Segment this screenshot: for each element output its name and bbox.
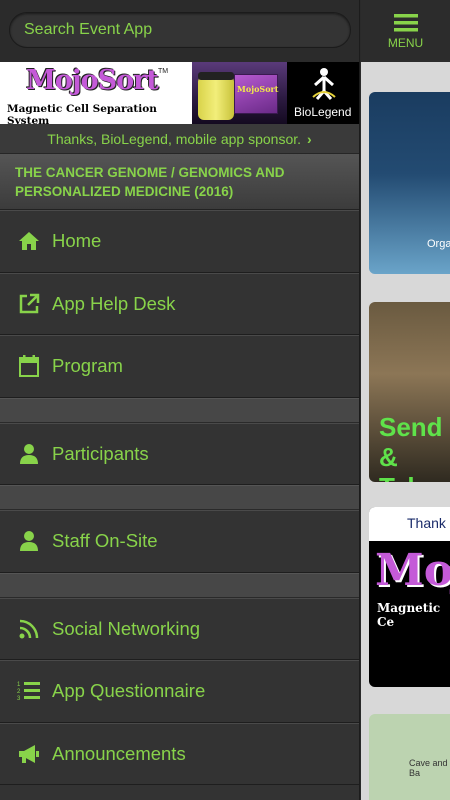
nav-item-participants[interactable]: Participants xyxy=(0,422,359,485)
external-link-icon xyxy=(16,291,42,317)
calendar-icon xyxy=(16,353,42,379)
svg-text:1: 1 xyxy=(17,682,21,688)
trademark-mark: TM xyxy=(158,68,169,75)
person-icon xyxy=(16,528,42,554)
card-caption: Send I & Take xyxy=(379,412,450,482)
card-subtitle: Magnetic Ce xyxy=(377,601,441,629)
event-title: THE CANCER GENOME / GENOMICS AND PERSONA… xyxy=(0,154,359,210)
mojosort-logo: MojoSort TM Magnetic Cell Separation Sys… xyxy=(0,62,192,124)
biolegend-logo: BioLegend xyxy=(287,62,359,124)
nav-separator xyxy=(0,572,359,598)
nav-menu: Home App Help Desk Program Participants xyxy=(0,210,359,785)
nav-item-label: Participants xyxy=(52,442,149,464)
app-frame: MojoSort TM Magnetic Cell Separation Sys… xyxy=(0,0,450,800)
nav-item-label: Announcements xyxy=(52,742,186,764)
nav-item-label: Program xyxy=(52,355,123,377)
content-card[interactable]: Send I & Take xyxy=(369,302,450,482)
reagent-jar-lid xyxy=(198,72,234,80)
svg-text:3: 3 xyxy=(17,696,21,702)
nav-item-home[interactable]: Home xyxy=(0,210,359,273)
biolegend-brand-text: BioLegend xyxy=(294,105,352,119)
nav-item-label: Home xyxy=(52,230,102,252)
card-caption: Orga xyxy=(427,238,450,250)
nav-item-app-help-desk[interactable]: App Help Desk xyxy=(0,272,359,335)
nav-item-label: Staff On-Site xyxy=(52,530,158,552)
nav-item-label: App Questionnaire xyxy=(52,680,206,702)
product-image: MojoSort xyxy=(192,62,287,124)
sponsor-thanks-text: Thanks, BioLegend, mobile app sponsor. xyxy=(47,130,302,147)
content-card[interactable]: Orga xyxy=(369,92,450,274)
card-header: Thank xyxy=(369,507,450,541)
map-card[interactable]: Cave and Ba xyxy=(369,714,450,800)
nav-item-announcements[interactable]: Announcements xyxy=(0,722,359,785)
nav-item-staff-on-site[interactable]: Staff On-Site xyxy=(0,510,359,573)
main-content: Orga Send I & Take Thank Mojo Magnetic C… xyxy=(361,62,450,800)
nav-separator xyxy=(0,397,359,423)
hamburger-icon xyxy=(393,13,418,31)
menu-button[interactable]: MENU xyxy=(361,0,450,62)
megaphone-icon xyxy=(16,741,42,767)
svg-text:2: 2 xyxy=(17,689,21,695)
menu-label: MENU xyxy=(387,35,424,50)
sponsor-thanks-link[interactable]: Thanks, BioLegend, mobile app sponsor. › xyxy=(0,124,359,154)
person-icon xyxy=(16,441,42,467)
reagent-jar xyxy=(198,76,234,120)
nav-item-label: App Help Desk xyxy=(52,292,176,314)
mojosort-subtitle: Magnetic Cell Separation System xyxy=(7,103,157,124)
sidebar: MojoSort TM Magnetic Cell Separation Sys… xyxy=(0,0,360,800)
biolegend-figure-icon xyxy=(312,68,336,100)
nav-item-label: Social Networking xyxy=(52,617,201,639)
nav-item-app-questionnaire[interactable]: 123 App Questionnaire xyxy=(0,660,359,723)
sponsor-banner[interactable]: MojoSort TM Magnetic Cell Separation Sys… xyxy=(0,62,359,124)
search-input[interactable] xyxy=(9,12,351,48)
nav-item-program[interactable]: Program xyxy=(0,335,359,398)
card-caption: Cave and Ba xyxy=(409,758,448,778)
card-logo-text: Mojo xyxy=(375,545,450,596)
home-icon xyxy=(16,228,42,254)
search-bar xyxy=(0,0,359,62)
numbered-list-icon: 123 xyxy=(16,678,42,704)
mojosort-logo-text: MojoSort xyxy=(26,65,159,96)
sponsor-card[interactable]: Thank Mojo Magnetic Ce xyxy=(369,507,450,687)
product-box-label: MojoSort xyxy=(237,84,279,94)
nav-item-social-networking[interactable]: Social Networking xyxy=(0,597,359,660)
product-box xyxy=(234,74,278,114)
chevron-right-icon: › xyxy=(307,130,312,147)
rss-icon xyxy=(16,616,42,642)
nav-separator xyxy=(0,485,359,510)
